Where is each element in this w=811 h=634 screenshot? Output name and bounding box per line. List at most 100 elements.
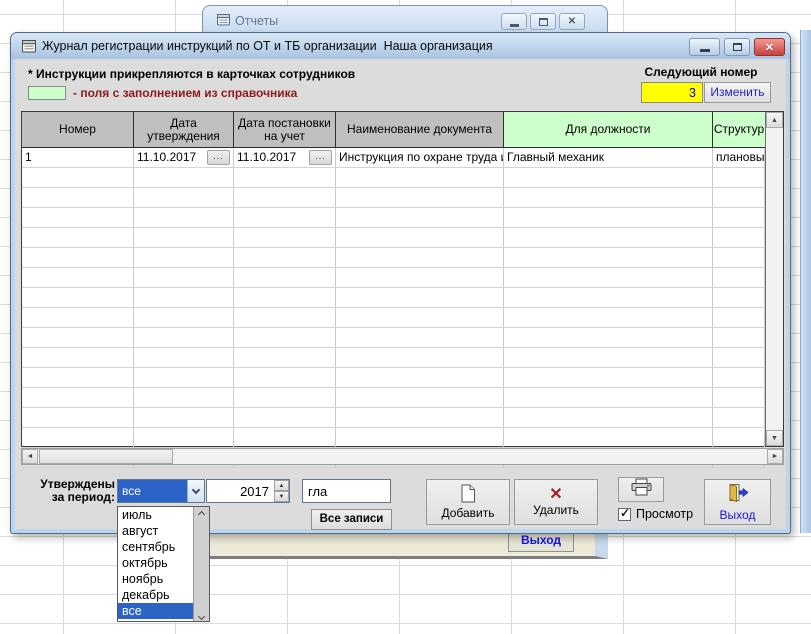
table-empty-row[interactable] [22, 268, 765, 288]
up-arrow-icon: ▲ [279, 483, 285, 489]
journal-dialog: Журнал регистрации инструкций по ОТ и ТБ… [10, 32, 791, 534]
left-arrow-icon: ◄ [27, 453, 34, 460]
exit-button-label: Выход [720, 508, 756, 522]
close-icon: ✕ [568, 17, 576, 27]
scroll-left-button[interactable]: ◄ [22, 449, 38, 464]
close-button[interactable]: ✕ [559, 13, 585, 30]
table-empty-row[interactable] [22, 428, 765, 448]
year-spinner: ▲ ▼ [206, 479, 290, 503]
column-header-position[interactable]: Для должности [504, 112, 713, 148]
maximize-button[interactable] [530, 13, 556, 30]
dropdown-option-december[interactable]: декабрь [118, 587, 194, 603]
date-picker-button[interactable]: ... [309, 150, 332, 165]
table-empty-row[interactable] [22, 248, 765, 268]
cell-position[interactable]: Главный механик [504, 148, 713, 168]
spin-down-button[interactable]: ▼ [274, 491, 289, 502]
table-empty-row[interactable] [22, 308, 765, 328]
table-empty-row[interactable] [22, 408, 765, 428]
table-row[interactable]: 1 11.10.2017 ... 11.10.2017 ... Инструкц… [22, 148, 765, 168]
spin-up-button[interactable]: ▲ [274, 480, 289, 491]
change-number-button[interactable]: Изменить [704, 82, 771, 103]
delete-x-icon: ✕ [549, 487, 562, 503]
period-selected-value[interactable]: все [118, 480, 187, 502]
date-picker-button[interactable]: ... [207, 150, 230, 165]
period-dropdown-list: июль август сентябрь октябрь ноябрь дека… [117, 506, 210, 622]
cell-document-name[interactable]: Инструкция по охране труда и Т [336, 148, 504, 168]
cell-registration-date[interactable]: 11.10.2017 ... [234, 148, 336, 168]
minimize-icon [700, 49, 710, 52]
print-button[interactable] [618, 477, 664, 502]
dialog-titlebar[interactable]: Журнал регистрации инструкций по ОТ и ТБ… [11, 33, 790, 59]
minimize-button[interactable] [501, 13, 527, 30]
year-input[interactable] [207, 480, 274, 502]
period-combobox[interactable]: все [117, 479, 205, 503]
table-empty-row[interactable] [22, 168, 765, 188]
minimize-icon [510, 24, 519, 27]
scroll-down-button[interactable]: ▼ [766, 430, 783, 446]
table-empty-row[interactable] [22, 328, 765, 348]
next-number-value: 3 [641, 82, 703, 103]
approval-date-value: 11.10.2017 [137, 150, 196, 165]
dropdown-option-october[interactable]: октябрь [118, 555, 194, 571]
table-empty-row[interactable] [22, 388, 765, 408]
table-empty-row[interactable] [22, 188, 765, 208]
dialog-client-area: * Инструкции прикрепляются в карточках с… [15, 59, 786, 529]
table-empty-row[interactable] [22, 348, 765, 368]
scroll-down-button[interactable] [194, 616, 209, 619]
exit-button[interactable]: Выход [704, 479, 771, 525]
chevron-up-icon [198, 511, 205, 518]
dropdown-option-september[interactable]: сентябрь [118, 539, 194, 555]
scroll-up-button[interactable] [194, 509, 209, 517]
column-header-number[interactable]: Номер [22, 112, 134, 148]
exit-door-icon [727, 483, 749, 507]
approved-period-label: Утверждены за период: [21, 478, 115, 504]
maximize-icon [733, 43, 742, 51]
dialog-window-controls: ✕ [689, 38, 785, 56]
dropdown-option-august[interactable]: август [118, 523, 194, 539]
desktop-spreadsheet-background: Отчеты ✕ Выход Журнал регистрации инстру… [0, 0, 811, 634]
table-empty-row[interactable] [22, 228, 765, 248]
delete-button[interactable]: ✕ Удалить [514, 479, 598, 525]
close-icon: ✕ [765, 41, 774, 54]
dropdown-option-all[interactable]: все [118, 603, 194, 619]
chevron-down-icon [192, 485, 200, 493]
horizontal-scrollbar[interactable]: ◄ ► [21, 448, 784, 465]
all-records-button[interactable]: Все записи [311, 509, 392, 530]
preview-checkbox[interactable]: ✓ [618, 508, 631, 521]
reference-field-swatch [28, 86, 66, 100]
down-arrow-icon: ▼ [279, 494, 285, 500]
dropdown-scrollbar[interactable] [193, 507, 209, 621]
cell-approval-date[interactable]: 11.10.2017 ... [134, 148, 234, 168]
column-header-structure[interactable]: Структур [713, 112, 765, 148]
instructions-table: Номер Дата утверждения Дата постановки н… [21, 111, 784, 447]
vertical-scrollbar[interactable]: ▲ ▼ [765, 112, 783, 446]
dropdown-option-july[interactable]: июль [118, 507, 194, 523]
dropdown-option-november[interactable]: ноябрь [118, 571, 194, 587]
maximize-button[interactable] [724, 38, 750, 56]
column-header-registration-date[interactable]: Дата постановки на учет [234, 112, 336, 148]
horizontal-scroll-thumb[interactable] [39, 449, 173, 464]
cell-structure[interactable]: плановый [713, 148, 765, 168]
search-input[interactable] [302, 479, 391, 503]
preview-label: Просмотр [636, 507, 693, 521]
minimize-button[interactable] [689, 38, 720, 56]
reports-window-controls: ✕ [501, 13, 585, 30]
add-button-label: Добавить [441, 506, 494, 520]
cell-number[interactable]: 1 [22, 148, 134, 168]
window-edge-strip [800, 30, 811, 533]
scroll-right-button[interactable]: ► [767, 449, 783, 464]
close-button[interactable]: ✕ [754, 38, 785, 56]
combobox-dropdown-button[interactable] [187, 480, 204, 502]
new-document-icon [460, 484, 476, 506]
legend-text: - поля с заполнением из справочника [73, 86, 297, 100]
table-empty-row[interactable] [22, 288, 765, 308]
column-header-document-name[interactable]: Наименование документа [336, 112, 504, 148]
scroll-up-button[interactable]: ▲ [766, 112, 783, 128]
table-empty-row[interactable] [22, 208, 765, 228]
preview-checkbox-group[interactable]: ✓ Просмотр [618, 507, 693, 521]
journal-icon [215, 12, 232, 32]
column-header-approval-date[interactable]: Дата утверждения [134, 112, 234, 148]
next-number-label: Следующий номер [631, 65, 771, 79]
table-empty-row[interactable] [22, 368, 765, 388]
add-button[interactable]: Добавить [426, 479, 510, 525]
